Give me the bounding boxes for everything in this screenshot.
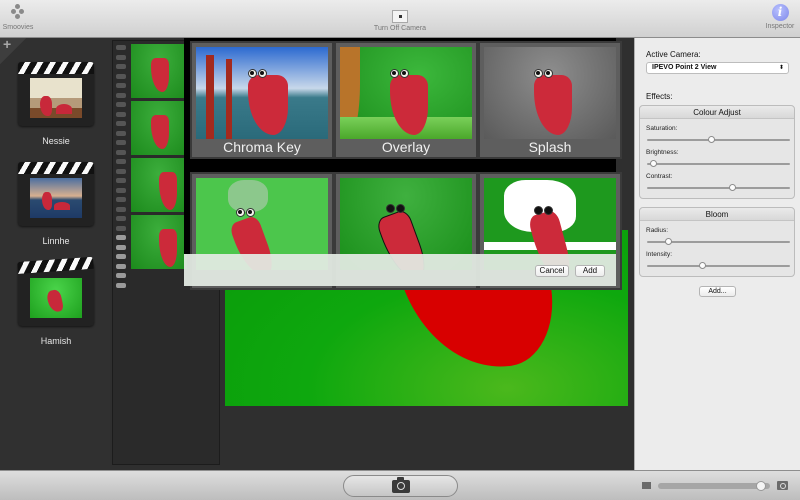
- sprocket-hole: [116, 206, 126, 212]
- camera-off-icon: [392, 10, 408, 23]
- sprocket-hole: [116, 273, 126, 278]
- effect-splash[interactable]: Splash: [478, 41, 622, 159]
- brightness-label: Brightness:: [646, 149, 679, 156]
- effects-sheet-footer: Cancel Add: [184, 254, 616, 286]
- sprocket-hole: [116, 244, 126, 250]
- clapperboard-icon: [18, 62, 94, 126]
- effect-chroma-key[interactable]: Chroma Key: [190, 41, 334, 159]
- sprocket-hole: [116, 130, 126, 136]
- sprocket-hole: [116, 83, 126, 88]
- sprocket-hole: [116, 102, 126, 107]
- intensity-slider[interactable]: [647, 262, 790, 270]
- saturation-slider[interactable]: [647, 136, 790, 144]
- sprocket-hole: [116, 168, 126, 174]
- radius-slider[interactable]: [647, 238, 790, 246]
- sprocket-hole: [116, 149, 126, 155]
- camera-icon: [391, 476, 410, 493]
- cancel-button[interactable]: Cancel: [535, 265, 569, 277]
- sprocket-hole: [116, 216, 126, 221]
- turn-off-camera-button[interactable]: Turn Off Camera: [372, 4, 428, 32]
- projects-sidebar: + Nessie Linnhe Hamish: [0, 36, 110, 470]
- sprocket-hole: [116, 187, 126, 193]
- info-icon: i: [771, 4, 789, 21]
- sprocket-hole: [116, 235, 126, 240]
- smoovies-button[interactable]: Smoovies: [2, 4, 34, 31]
- active-camera-select[interactable]: IPEVO Point 2 View ⬍: [646, 62, 789, 74]
- sprocket-hole: [116, 54, 126, 60]
- contrast-slider[interactable]: [647, 184, 790, 192]
- thumbnail-size-slider[interactable]: [658, 481, 770, 491]
- project-name: Nessie: [42, 136, 70, 146]
- small-thumbnail-icon: [642, 482, 651, 489]
- sprocket-hole: [116, 159, 126, 164]
- film-frame[interactable]: [131, 101, 187, 155]
- large-thumbnail-icon: [777, 481, 788, 490]
- sprocket-hole: [116, 121, 126, 126]
- inspector-panel: Active Camera: IPEVO Point 2 View ⬍ Effe…: [634, 38, 800, 470]
- film-frame[interactable]: [131, 158, 187, 212]
- sprocket-hole: [116, 140, 126, 145]
- intensity-label: Intensity:: [646, 251, 673, 258]
- project-thumbnail: [30, 278, 82, 318]
- effect-overlay[interactable]: Overlay: [334, 41, 478, 159]
- sprocket-hole: [116, 254, 126, 259]
- effects-browser: Chroma Key Overlay Splash: [184, 38, 622, 290]
- add-effect-button[interactable]: Add...: [699, 286, 736, 297]
- effect-group-bloom: Bloom Radius: Intensity:: [639, 207, 795, 277]
- project-item[interactable]: Nessie: [18, 62, 94, 146]
- project-item[interactable]: Hamish: [17, 256, 94, 346]
- group-title: Colour Adjust: [640, 106, 794, 119]
- sprocket-hole: [116, 263, 126, 269]
- film-sprockets: [116, 45, 126, 292]
- sprocket-hole: [116, 92, 126, 98]
- effect-label: Overlay: [381, 139, 431, 155]
- sprocket-hole: [116, 73, 126, 79]
- radius-label: Radius:: [646, 227, 669, 234]
- select-arrows-icon: ⬍: [778, 65, 784, 71]
- take-snapshot-button[interactable]: [343, 475, 458, 497]
- active-camera-label: Active Camera:: [646, 50, 701, 59]
- brightness-slider[interactable]: [647, 160, 790, 168]
- effect-label: Splash: [528, 139, 572, 155]
- contrast-label: Contrast:: [646, 173, 673, 180]
- sprocket-hole: [116, 282, 126, 288]
- project-thumbnail: [30, 178, 82, 218]
- app-window: Smoovies Turn Off Camera i Inspector + N…: [0, 0, 800, 500]
- sprocket-hole: [116, 197, 126, 202]
- sprocket-hole: [116, 64, 126, 69]
- clapperboard-icon: [18, 162, 94, 226]
- effect-preview: [196, 47, 328, 139]
- saturation-label: Saturation:: [646, 125, 678, 132]
- add-button[interactable]: Add: [575, 265, 605, 277]
- active-camera-value: IPEVO Point 2 View: [652, 64, 717, 71]
- clapperboard-icon: [17, 256, 94, 326]
- turn-off-camera-label: Turn Off Camera: [373, 25, 427, 32]
- group-title: Bloom: [640, 208, 794, 221]
- effect-label: Chroma Key: [223, 139, 301, 155]
- smoovies-label: Smoovies: [2, 24, 34, 31]
- smoovies-icon: [10, 4, 26, 22]
- sprocket-hole: [116, 178, 126, 183]
- toolbar: Smoovies Turn Off Camera i Inspector: [0, 0, 800, 38]
- project-item[interactable]: Linnhe: [18, 162, 94, 246]
- sprocket-hole: [116, 225, 126, 231]
- effects-label: Effects:: [646, 92, 673, 101]
- project-name: Linnhe: [42, 236, 70, 246]
- effect-preview: [484, 47, 616, 139]
- film-frame[interactable]: [131, 44, 187, 98]
- plus-icon: +: [3, 36, 12, 52]
- project-thumbnail: [30, 78, 82, 118]
- project-name: Hamish: [40, 336, 72, 346]
- effect-preview: [340, 47, 472, 139]
- effect-group-colour-adjust: Colour Adjust Saturation: Brightness: Co…: [639, 105, 795, 199]
- bottom-bar: [0, 470, 800, 500]
- inspector-button[interactable]: i Inspector: [762, 4, 798, 30]
- sprocket-hole: [116, 45, 126, 50]
- film-frame[interactable]: [131, 215, 187, 269]
- inspector-label: Inspector: [765, 23, 795, 30]
- add-project-button[interactable]: +: [0, 36, 26, 64]
- sprocket-hole: [116, 111, 126, 117]
